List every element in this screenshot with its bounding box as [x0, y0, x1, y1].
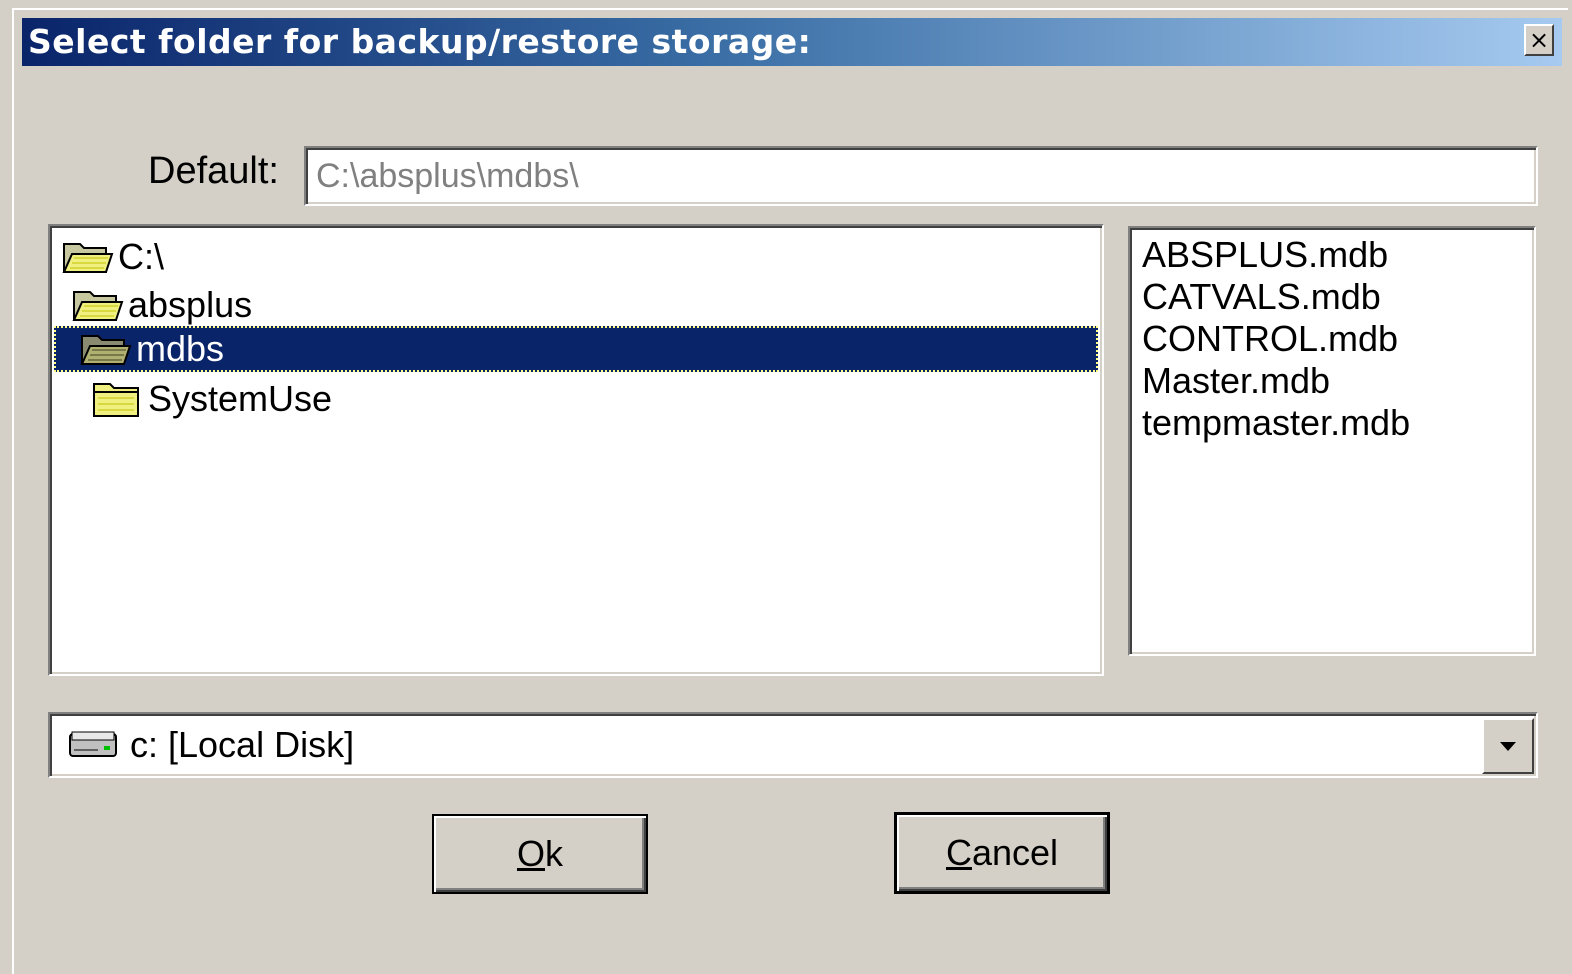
cancel-button-label: Cancel — [945, 832, 1059, 873]
folder-tree[interactable]: C:\ absplus mdbs SystemUse — [48, 224, 1104, 676]
tree-item-c-drive[interactable]: C:\ — [62, 234, 164, 280]
folder-icon — [93, 383, 139, 417]
cancel-button[interactable]: Cancel — [894, 812, 1110, 894]
tree-item-label: mdbs — [136, 328, 225, 369]
chevron-down-icon — [1500, 742, 1516, 751]
tree-item-label: absplus — [128, 284, 253, 325]
drive-icon — [69, 731, 117, 757]
tree-item-systemuse[interactable]: SystemUse — [92, 376, 332, 422]
open-folder-icon — [62, 243, 114, 273]
tree-item-mdbs[interactable]: mdbs — [54, 326, 1098, 372]
close-icon: × — [1528, 26, 1550, 54]
ok-button[interactable]: Ok — [432, 814, 648, 894]
close-button[interactable]: × — [1524, 24, 1554, 56]
window-title: Select folder for backup/restore storage… — [28, 22, 812, 61]
list-item[interactable]: CATVALS.mdb — [1142, 276, 1381, 318]
tree-item-absplus[interactable]: absplus — [72, 282, 252, 328]
drive-select[interactable]: c: [Local Disk] — [48, 712, 1538, 778]
open-folder-icon — [80, 335, 132, 365]
tree-item-label: SystemUse — [148, 378, 333, 419]
title-bar[interactable]: Select folder for backup/restore storage… — [22, 18, 1562, 66]
dropdown-button[interactable] — [1482, 718, 1534, 774]
open-folder-icon — [72, 291, 124, 321]
default-path-value: C:\absplus\mdbs\ — [316, 156, 579, 195]
drive-select-value: c: [Local Disk] — [130, 724, 355, 765]
tree-item-label: C:\ — [118, 236, 165, 277]
file-list[interactable]: ABSPLUS.mdb CATVALS.mdb CONTROL.mdb Mast… — [1128, 226, 1536, 656]
ok-button-label: Ok — [516, 833, 563, 874]
default-path-field: C:\absplus\mdbs\ — [304, 146, 1538, 206]
list-item[interactable]: CONTROL.mdb — [1142, 318, 1398, 360]
list-item[interactable]: tempmaster.mdb — [1142, 402, 1410, 444]
list-item[interactable]: ABSPLUS.mdb — [1142, 234, 1388, 276]
default-label: Default: — [148, 150, 279, 192]
list-item[interactable]: Master.mdb — [1142, 360, 1330, 402]
